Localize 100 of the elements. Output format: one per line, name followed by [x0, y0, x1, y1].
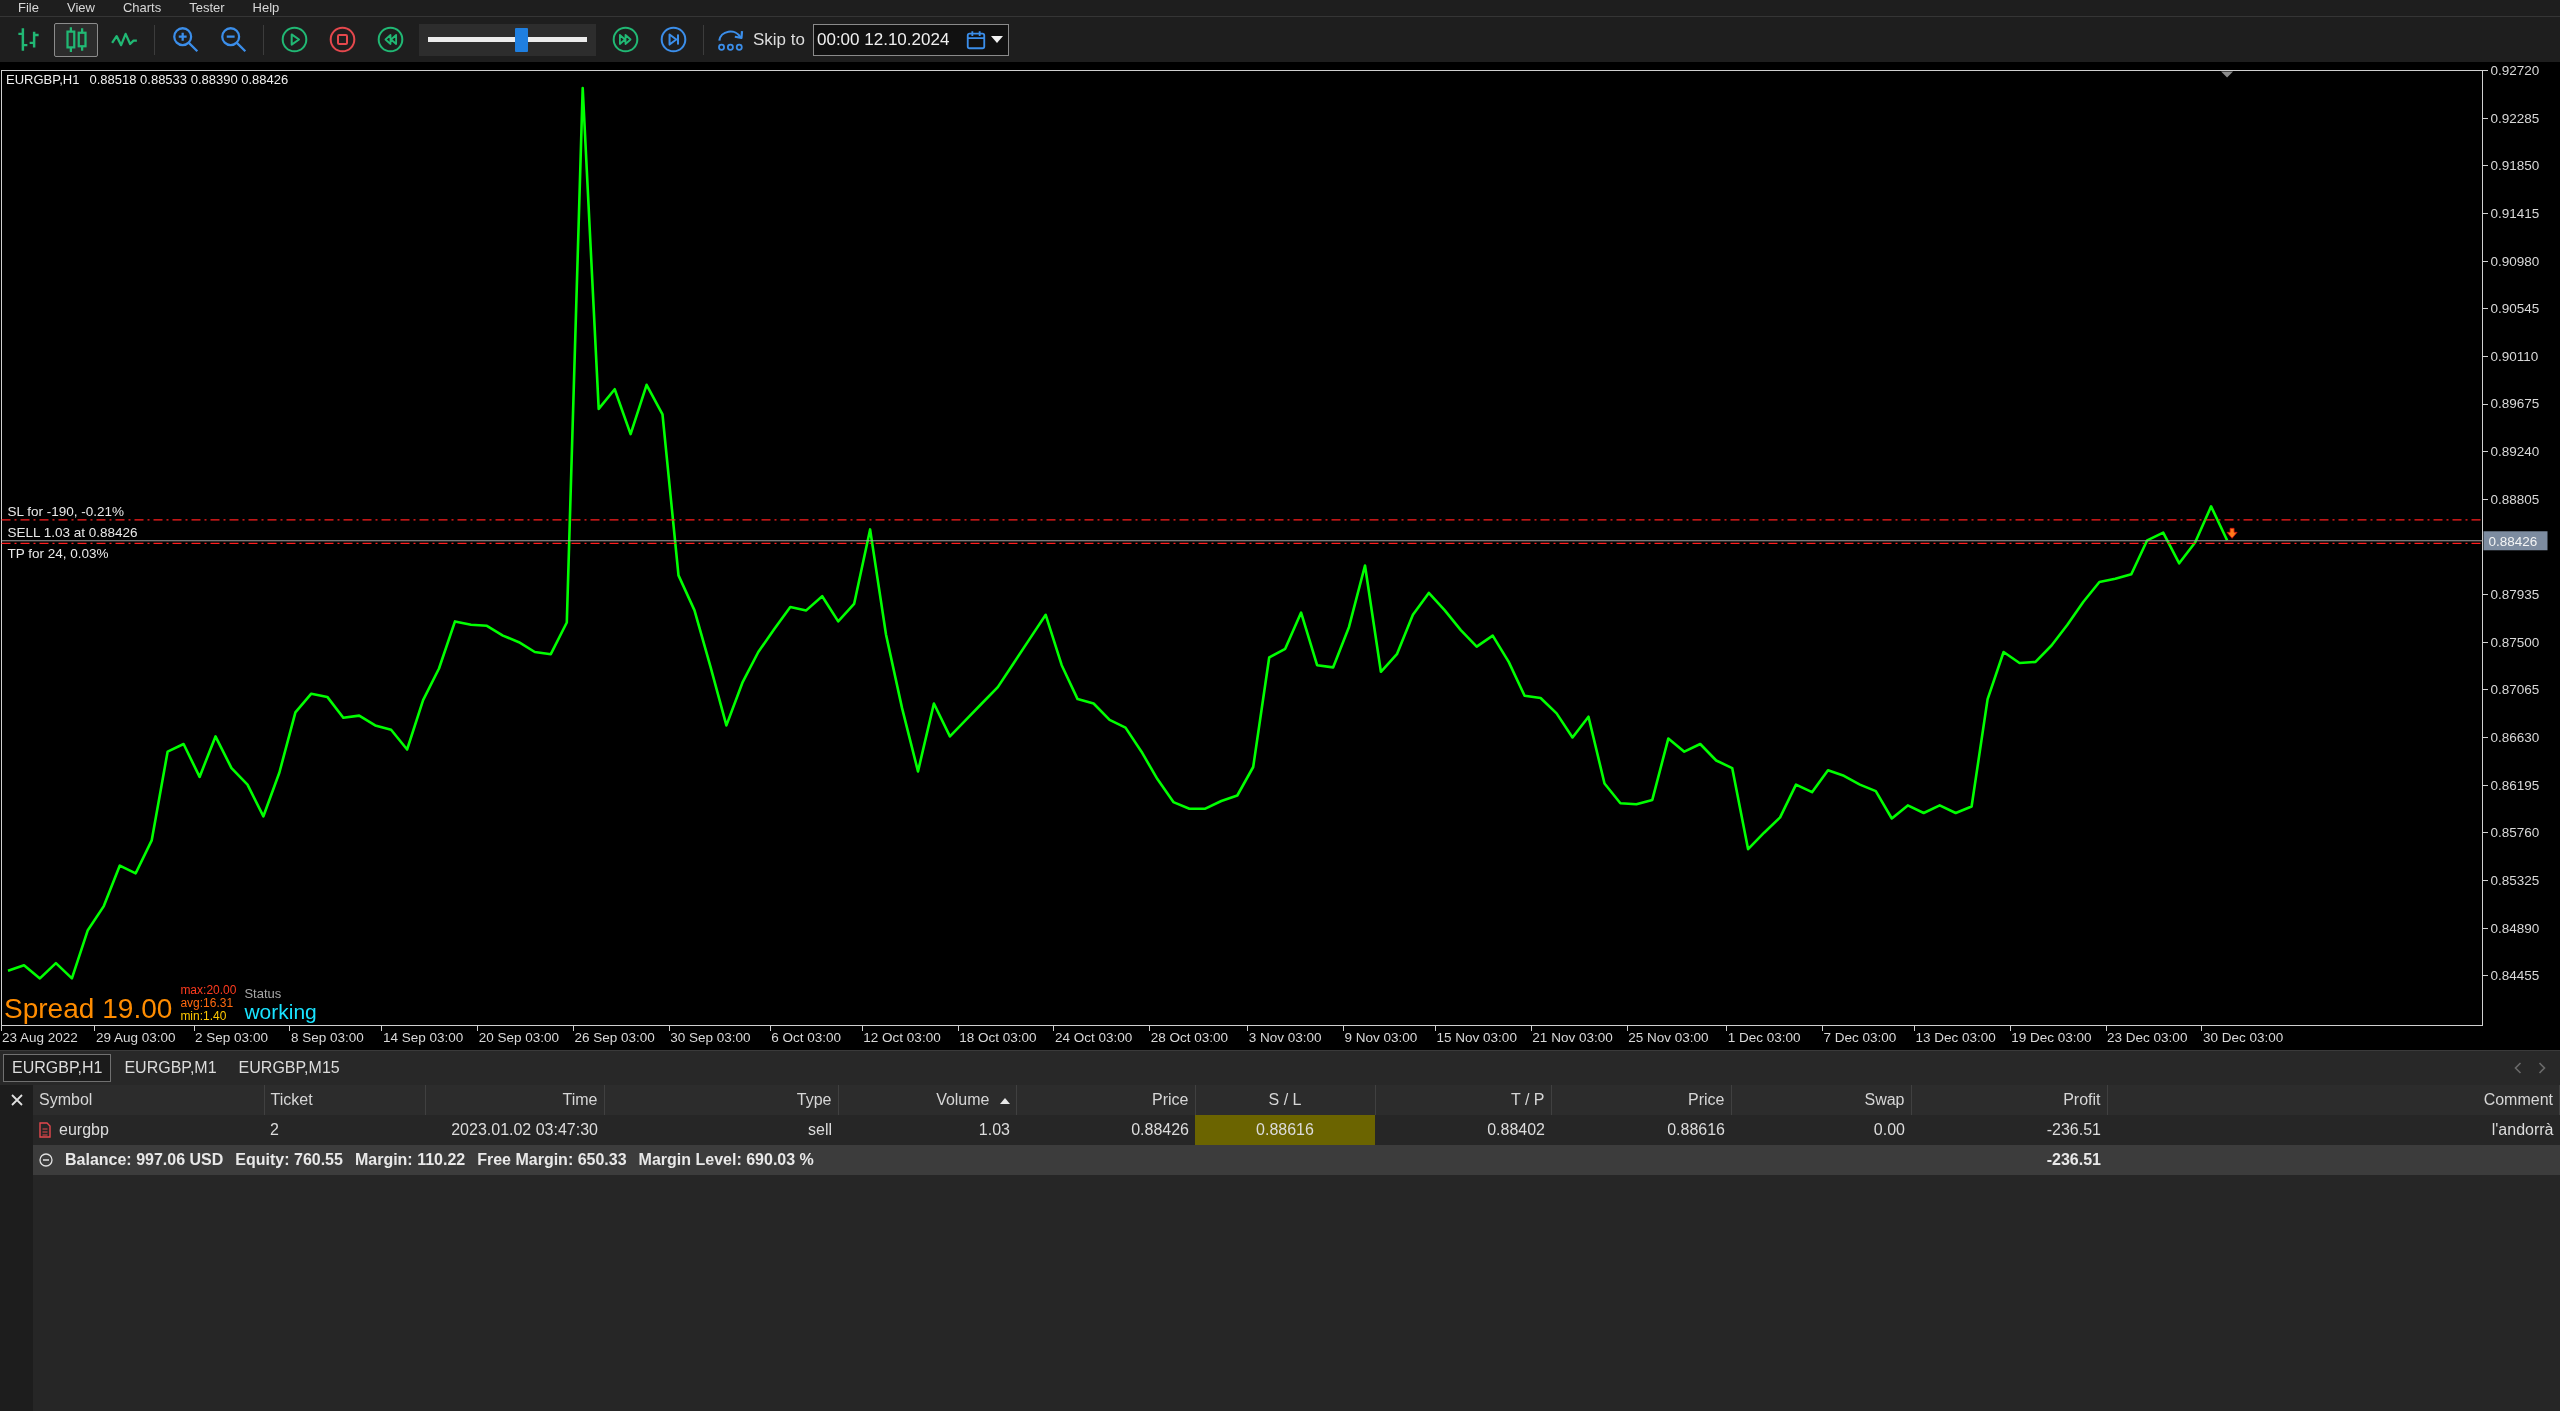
arrow-marker-icon [2226, 527, 2238, 539]
collapse-icon[interactable] [39, 1153, 53, 1167]
axis-label: 0.84455 [2490, 968, 2540, 984]
column-header[interactable]: Comment [2107, 1085, 2560, 1115]
column-header[interactable]: Time [425, 1085, 604, 1115]
column-header[interactable]: S / L [1195, 1085, 1375, 1115]
table-cell: -236.51 [1911, 1115, 2107, 1145]
axis-label: 0.88805 [2490, 491, 2540, 507]
fast-forward-icon [611, 26, 639, 53]
column-header[interactable]: Type [604, 1085, 838, 1115]
stop-icon [328, 26, 356, 53]
axis-label: 0.86195 [2490, 777, 2540, 793]
axis-label: 19 Dec 03:00 [2011, 1029, 2092, 1045]
axis-label: 3 Nov 03:00 [1248, 1029, 1322, 1045]
chevron-left-icon[interactable] [2514, 1062, 2522, 1074]
chart-tab[interactable]: EURGBP,M1 [115, 1054, 226, 1082]
axis-label: 0.87065 [2490, 682, 2540, 698]
axis-label: 0.85325 [2490, 872, 2540, 888]
chart-tab[interactable]: EURGBP,H1 [3, 1054, 112, 1082]
price-tag: 0.88426 [2483, 531, 2548, 551]
column-header[interactable]: Price [1016, 1085, 1195, 1115]
column-header[interactable]: Swap [1731, 1085, 1911, 1115]
table-cell: 0.88402 [1375, 1115, 1551, 1145]
summary-item: Free Margin: 650.33 [477, 1150, 627, 1170]
axis-label: 15 Nov 03:00 [1436, 1029, 1517, 1045]
column-header[interactable]: Ticket [264, 1085, 425, 1115]
axis-label: 0.90545 [2490, 301, 2540, 317]
summary-item: Margin Level: 690.03 % [638, 1150, 814, 1170]
axis-label: 0.91850 [2490, 158, 2540, 174]
axis-label: 1 Dec 03:00 [1727, 1029, 1801, 1045]
chart-tab[interactable]: EURGBP,M15 [229, 1054, 349, 1082]
table-cell: 1.03 [838, 1115, 1016, 1145]
axis-label: 28 Oct 03:00 [1150, 1029, 1229, 1045]
axis-label: 0.92285 [2490, 110, 2540, 126]
skip-to-button[interactable]: Skip to [712, 26, 809, 53]
menu-item[interactable]: File [4, 0, 53, 16]
axis-label: 0.87500 [2490, 634, 2540, 650]
menu-item[interactable]: Tester [175, 0, 239, 16]
axis-label: 13 Dec 03:00 [1915, 1029, 1996, 1045]
table-cell: sell [604, 1115, 838, 1145]
menu-item[interactable]: Charts [108, 0, 176, 16]
column-header[interactable]: Profit [1911, 1085, 2107, 1115]
price-level-label: TP for 24, 0.03% [7, 546, 109, 562]
axis-label: 21 Nov 03:00 [1532, 1029, 1613, 1045]
price-level-label: SL for -190, -0.21% [7, 504, 125, 520]
axis-label: 8 Sep 03:00 [290, 1029, 364, 1045]
table-cell: 2 [264, 1115, 425, 1145]
triangle-marker-icon[interactable] [2221, 71, 2234, 78]
column-header[interactable]: Symbol [33, 1085, 264, 1115]
document-icon [39, 1122, 51, 1138]
table-cell: 0.00 [1731, 1115, 1911, 1145]
menu-item[interactable]: View [52, 0, 109, 16]
axis-label: 14 Sep 03:00 [382, 1029, 464, 1045]
summary-item: Equity: 760.55 [235, 1150, 343, 1170]
spread-stat: min:1.40 [180, 1010, 227, 1023]
axis-label: 0.89240 [2490, 444, 2540, 460]
axis-label: 2 Sep 03:00 [195, 1029, 268, 1045]
table-cell: -236.51 [1911, 1145, 2107, 1175]
price-level-label: SELL 1.03 at 0.88426 [7, 525, 138, 541]
column-header[interactable]: Volume [838, 1085, 1016, 1115]
status-label: Status [244, 987, 283, 1001]
axis-label: 0.84890 [2490, 920, 2540, 936]
axis-label: 6 Oct 03:00 [771, 1029, 842, 1045]
spread-stat: max:20.00 [180, 984, 237, 997]
menu-item[interactable]: Help [238, 0, 294, 16]
spread-label: Spread [4, 995, 95, 1023]
axis-label: 0.91415 [2490, 205, 2540, 221]
table-cell: 0.88616 [1551, 1115, 1731, 1145]
symbol-label: EURGBP,H1 [6, 72, 80, 87]
summary-item: Margin: 110.22 [354, 1150, 466, 1170]
table-cell: 0.88426 [1016, 1115, 1195, 1145]
axis-label: 23 Aug 2022 [2, 1029, 78, 1045]
axis-label: 0.85760 [2490, 825, 2540, 841]
axis-label: 0.89675 [2490, 396, 2540, 412]
axis-label: 20 Sep 03:00 [478, 1029, 560, 1045]
zoom-in-icon [171, 26, 199, 53]
close-icon[interactable] [10, 1094, 23, 1106]
chevron-right-icon[interactable] [2538, 1062, 2546, 1074]
axis-label: 30 Sep 03:00 [670, 1029, 751, 1045]
symbol-name: eurgbp [59, 1120, 109, 1140]
sort-arrow-icon[interactable] [999, 1097, 1010, 1104]
rewind-icon [376, 26, 404, 53]
play-icon [280, 26, 308, 53]
speed-slider-track[interactable] [419, 23, 596, 56]
table-cell: 2023.01.02 03:47:30 [425, 1115, 604, 1145]
table-cell: l'andorrà [2107, 1115, 2560, 1145]
axis-label: 7 Dec 03:00 [1823, 1029, 1897, 1045]
axis-label: 9 Nov 03:00 [1344, 1029, 1418, 1045]
axis-label: 30 Dec 03:00 [2202, 1029, 2284, 1045]
candlestick-button[interactable] [54, 22, 98, 57]
axis-label: 23 Dec 03:00 [2107, 1029, 2188, 1045]
slider-thumb[interactable] [515, 27, 529, 52]
axis-label: 0.90980 [2490, 253, 2540, 269]
axis-label: 18 Oct 03:00 [959, 1029, 1037, 1045]
column-header[interactable]: Price [1551, 1085, 1731, 1115]
ohlc-values: 0.88518 0.88533 0.88390 0.88426 [89, 72, 289, 87]
column-header[interactable]: T / P [1375, 1085, 1551, 1115]
axis-label: 12 Oct 03:00 [863, 1029, 941, 1045]
axis-label: 24 Oct 03:00 [1054, 1029, 1133, 1045]
axis-label: 0.92720 [2490, 63, 2540, 78]
